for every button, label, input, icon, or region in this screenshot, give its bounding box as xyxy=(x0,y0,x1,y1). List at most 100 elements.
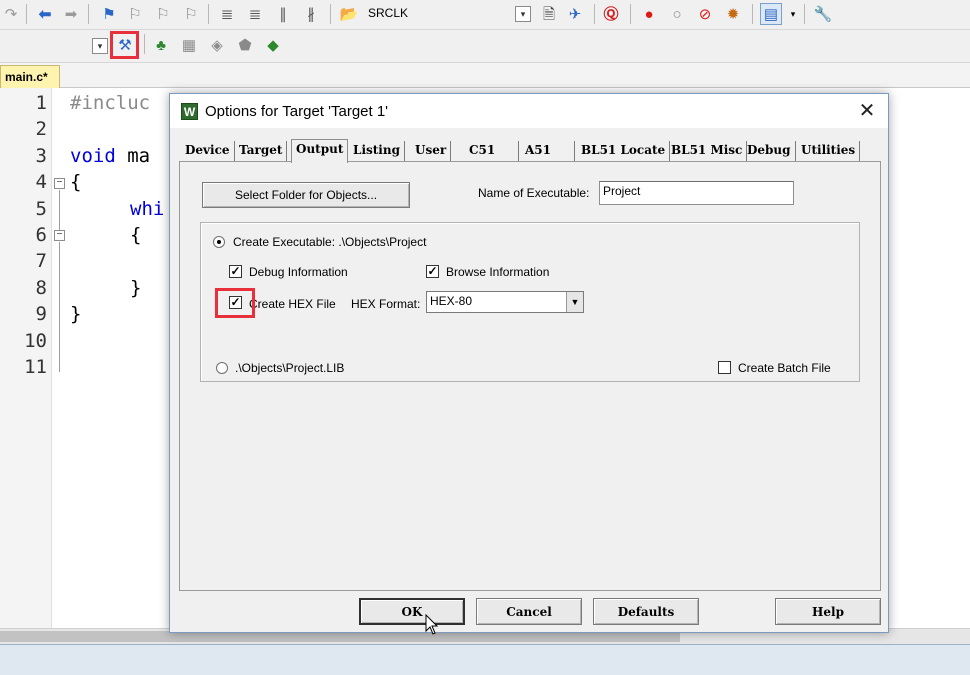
select-folder-button[interactable]: Select Folder for Objects... xyxy=(202,182,410,208)
navigate-back-icon[interactable]: ⬅ xyxy=(34,3,56,25)
unindent-icon[interactable]: ≣ xyxy=(244,3,266,25)
clear-bookmarks-icon[interactable]: ⚐ xyxy=(180,3,202,25)
create-hex-file-label: Create HEX File xyxy=(249,297,336,311)
browse-information-checkbox[interactable]: ✓ xyxy=(426,265,439,278)
highlight-annotation xyxy=(215,288,255,318)
create-library-label: .\Objects\Project.LIB xyxy=(235,361,345,375)
name-of-executable-label: Name of Executable: xyxy=(478,186,590,200)
debug-information-label: Debug Information xyxy=(249,265,348,279)
debug-information-checkbox[interactable]: ✓ xyxy=(229,265,242,278)
keil-app-icon: W xyxy=(181,103,198,120)
ok-button[interactable]: OK xyxy=(359,598,465,625)
debug-session-icon[interactable]: Ⓠ xyxy=(600,3,622,25)
fold-line xyxy=(59,190,60,234)
tab-c51[interactable]: C51 xyxy=(465,141,519,161)
line-number: 2 xyxy=(35,118,47,140)
line-number: 11 xyxy=(24,356,47,378)
redo-icon[interactable]: ↷ xyxy=(0,3,22,25)
dialog-title: Options for Target 'Target 1' xyxy=(205,103,389,120)
tab-bl51-locate[interactable]: BL51 Locate xyxy=(577,141,671,161)
code-line-4: { xyxy=(70,171,82,193)
fold-toggle-icon[interactable]: − xyxy=(54,230,65,241)
configure-icon[interactable]: 🔧 xyxy=(812,3,834,25)
uncomment-icon[interactable]: ∦ xyxy=(300,3,322,25)
pack-installer-icon[interactable]: ◈ xyxy=(206,34,228,56)
create-library-radio[interactable] xyxy=(216,362,228,374)
tab-target[interactable]: Target xyxy=(235,141,288,161)
next-bookmark-icon[interactable]: ⚐ xyxy=(152,3,174,25)
find-text-combo[interactable]: SRCLK xyxy=(368,6,408,20)
chevron-down-icon[interactable]: ▼ xyxy=(566,292,583,312)
tab-user[interactable]: User xyxy=(411,141,452,161)
toolbar-separator xyxy=(752,4,753,24)
toolbar-separator xyxy=(804,4,805,24)
help-button[interactable]: Help xyxy=(775,598,881,625)
navigate-forward-icon[interactable]: ➡ xyxy=(60,3,82,25)
options-for-target-dialog: W Options for Target 'Target 1' ✕ Device… xyxy=(169,93,889,633)
find-in-files-icon[interactable]: 📂 xyxy=(338,3,360,25)
fold-line xyxy=(59,242,60,372)
tab-main-c[interactable]: main.c* xyxy=(0,65,60,89)
find-icon[interactable]: 🗎 xyxy=(538,3,560,25)
line-number: 1 xyxy=(35,92,47,114)
build-toolbar: ▾ ⚒ ♣ ▦ ◈ ⬟ ◆ xyxy=(0,30,970,60)
window-layout-icon[interactable]: ▤ xyxy=(760,3,782,25)
insert-breakpoint-icon[interactable]: ● xyxy=(638,3,660,25)
insert-bookmark-icon[interactable]: ⚑ xyxy=(98,3,120,25)
name-of-executable-field[interactable]: Project xyxy=(599,181,794,205)
tab-bl51-misc[interactable]: BL51 Misc xyxy=(667,141,748,161)
code-line-9: } xyxy=(70,303,82,325)
indent-icon[interactable]: ≣ xyxy=(216,3,238,25)
line-number: 7 xyxy=(35,250,47,272)
line-number: 3 xyxy=(35,145,47,167)
create-batch-file-checkbox[interactable] xyxy=(718,361,731,374)
status-bar xyxy=(0,644,970,675)
select-packs-icon[interactable]: ▦ xyxy=(178,34,200,56)
manage-project-items-icon[interactable]: ♣ xyxy=(150,34,172,56)
browse-information-label: Browse Information xyxy=(446,265,550,279)
line-number: 4 xyxy=(35,171,47,193)
tab-debug[interactable]: Debug xyxy=(743,141,796,161)
main-toolbar: ↷ ⬅ ➡ ⚑ ⚐ ⚐ ⚐ ≣ ≣ ∥ ∦ 📂 SRCLK ▾ 🗎 ✈ Ⓠ ● … xyxy=(0,0,970,30)
highlight-annotation xyxy=(110,31,139,59)
enable-breakpoint-icon[interactable]: ○ xyxy=(666,3,688,25)
line-number: 9 xyxy=(35,303,47,325)
create-batch-file-label: Create Batch File xyxy=(738,361,831,375)
defaults-button[interactable]: Defaults xyxy=(593,598,699,625)
mouse-cursor-icon xyxy=(425,614,439,635)
fold-toggle-icon[interactable]: − xyxy=(54,178,65,189)
output-groupbox: Create Executable: .\Objects\Project ✓ D… xyxy=(200,222,860,382)
target-select-dropdown[interactable]: ▾ xyxy=(92,38,108,54)
create-executable-radio[interactable] xyxy=(213,236,225,248)
editor-tab-bar: main.c* xyxy=(0,62,970,89)
tab-a51[interactable]: A51 xyxy=(521,141,575,161)
tab-output[interactable]: Output xyxy=(291,139,349,163)
comment-icon[interactable]: ∥ xyxy=(272,3,294,25)
toolbar-separator xyxy=(630,4,631,24)
cancel-button[interactable]: Cancel xyxy=(476,598,582,625)
code-line-5: whi xyxy=(130,198,165,220)
incremental-find-icon[interactable]: ✈ xyxy=(564,3,586,25)
toolbar-separator xyxy=(26,4,27,24)
line-number-gutter: 1 2 3 4 5 6 7 8 9 10 11 xyxy=(0,88,52,628)
find-dropdown-arrow[interactable]: ▾ xyxy=(515,6,531,22)
line-number: 10 xyxy=(24,330,47,352)
tab-listing[interactable]: Listing xyxy=(349,141,405,161)
toolbar-separator xyxy=(330,4,331,24)
window-layout-dropdown-icon[interactable]: ▾ xyxy=(782,3,804,25)
kill-breakpoints-icon[interactable]: ✹ xyxy=(722,3,744,25)
toolbar-separator xyxy=(208,4,209,24)
line-number: 5 xyxy=(35,198,47,220)
hex-format-select[interactable]: HEX-80 ▼ xyxy=(426,291,584,313)
multi-project-icon[interactable]: ◆ xyxy=(262,34,284,56)
tab-device[interactable]: Device xyxy=(181,141,235,161)
tab-utilities[interactable]: Utilities xyxy=(797,141,861,161)
previous-bookmark-icon[interactable]: ⚐ xyxy=(124,3,146,25)
toolbar-separator xyxy=(594,4,595,24)
manage-rte-icon[interactable]: ⬟ xyxy=(234,34,256,56)
disable-breakpoints-icon[interactable]: ⊘ xyxy=(694,3,716,25)
line-number: 6 xyxy=(35,224,47,246)
close-icon[interactable]: ✕ xyxy=(854,99,880,123)
create-executable-label: Create Executable: .\Objects\Project xyxy=(233,235,427,249)
code-line-1: #incluc xyxy=(70,92,151,114)
